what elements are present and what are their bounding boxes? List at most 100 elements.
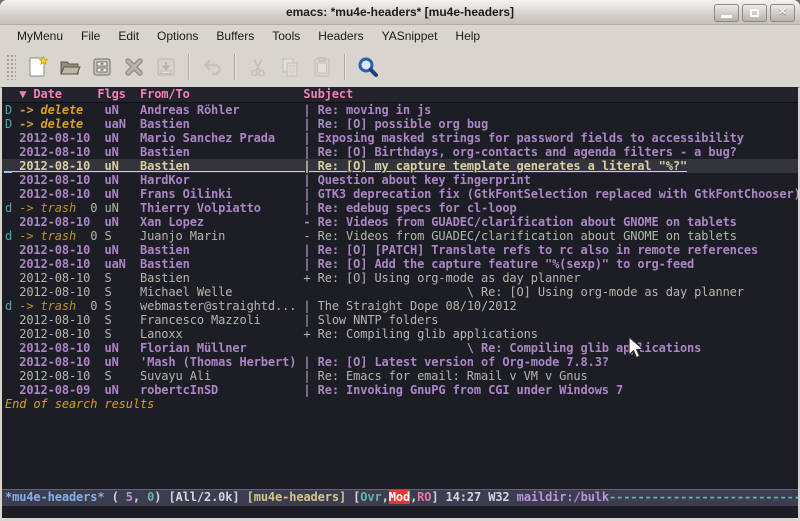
row-mark	[5, 215, 19, 229]
row-mark	[5, 271, 19, 285]
row-unread: 2012-08-10 uN Bastien | Re: [O] [PATCH] …	[19, 243, 758, 257]
row-unread: 2012-08-10 uN 'Mash (Thomas Herbert) | R…	[19, 355, 609, 369]
row-mark	[5, 369, 19, 383]
message-row[interactable]: d -> trash 0 S Juanjo Marin - Re: Videos…	[2, 229, 798, 243]
message-row[interactable]: d -> trash 0 uN Thierry Volpiatto | Re: …	[2, 201, 798, 215]
menu-item-options[interactable]: Options	[148, 25, 207, 47]
row-mark	[5, 173, 19, 187]
message-row[interactable]: d -> trash 0 S webmaster@straightd... | …	[2, 299, 798, 313]
row-mark: d	[5, 229, 19, 243]
message-row[interactable]: 2012-08-10 uN Florian Müllner \ Re: Comp…	[2, 341, 798, 355]
message-row[interactable]: 2012-08-10 S Lanoxx + Re: Compiling glib…	[2, 327, 798, 341]
row-mark	[5, 131, 19, 145]
modeline-name: *mu4e-headers*	[5, 490, 104, 504]
toolbar	[0, 47, 800, 88]
row-mark	[5, 313, 19, 327]
menu-item-file[interactable]: File	[72, 25, 109, 47]
maximize-button[interactable]	[742, 4, 767, 22]
row-unread: uaN Bastien | Re: [O] possible org bug	[97, 117, 488, 131]
row-read: 2012-08-10 S Bastien + Re: [O] Using org…	[19, 271, 580, 285]
row-unread: 2012-08-10 uN Xan Lopez - Re: Videos fro…	[19, 215, 737, 229]
message-row[interactable]: D -> delete uN Andreas Röhler | Re: movi…	[2, 103, 798, 117]
modeline-m: Mod	[389, 490, 410, 504]
cut-icon	[243, 52, 273, 82]
modeline-t: Ovr	[360, 490, 381, 504]
row-mark	[5, 327, 19, 341]
copy-icon	[275, 52, 305, 82]
message-row[interactable]: 2012-08-10 uN Xan Lopez - Re: Videos fro…	[2, 215, 798, 229]
row-mark	[5, 341, 19, 355]
toolbar-drag-handle[interactable]	[6, 54, 16, 80]
menu-item-help[interactable]: Help	[446, 25, 489, 47]
row-mark	[5, 383, 19, 397]
search-icon[interactable]	[353, 52, 383, 82]
toolbar-separator	[344, 54, 346, 80]
message-row[interactable]: 2012-08-10 S Francesco Mazzoli | Slow NN…	[2, 313, 798, 327]
menu-item-headers[interactable]: Headers	[309, 25, 372, 47]
mode-line[interactable]: *mu4e-headers* ( 5, 0) [All/2.0k] [mu4e-…	[2, 489, 798, 506]
close-buffer-icon[interactable]	[119, 52, 149, 82]
row-unread: 2012-08-10 uN HardKor | Question about k…	[19, 173, 531, 187]
message-row[interactable]: 2012-08-10 uN Bastien | Re: [O] [PATCH] …	[2, 243, 798, 257]
row-trash: -> trash	[19, 299, 83, 313]
message-row[interactable]: 2012-08-10 S Suvayu Ali | Re: Emacs for …	[2, 369, 798, 383]
row-hl: 2012-08-10 uN Bastien | Re: [O] my captu…	[5, 159, 687, 173]
menu-item-buffers[interactable]: Buffers	[207, 25, 263, 47]
window-title: emacs: *mu4e-headers* [mu4e-headers]	[0, 0, 800, 24]
row-unread: 2012-08-10 uN Mario Sanchez Prada | Expo…	[19, 131, 744, 145]
menu-bar: MyMenuFileEditOptionsBuffersToolsHeaders…	[0, 25, 800, 47]
open-folder-icon[interactable]	[55, 52, 85, 82]
row-read: 0 S Juanjo Marin - Re: Videos from GUADE…	[83, 229, 737, 243]
message-row[interactable]: 2012-08-10 uaN Bastien | Re: [O] Add the…	[2, 257, 798, 271]
message-row[interactable]: 2012-08-10 uN Frans Oilinki | GTK3 depre…	[2, 187, 798, 201]
row-del: -> delete	[19, 117, 97, 131]
window-controls	[714, 4, 795, 22]
row-mark: d	[5, 299, 19, 313]
row-unread: 2012-08-10 uN Frans Oilinki | GTK3 depre…	[19, 187, 798, 201]
message-row[interactable]: 2012-08-10 uN HardKor | Question about k…	[2, 173, 798, 187]
message-row[interactable]: 2012-08-10 S Bastien + Re: [O] Using org…	[2, 271, 798, 285]
message-row-current[interactable]: 2012-08-10 uN Bastien | Re: [O] my captu…	[2, 159, 798, 173]
end-of-results-text: End of search results	[5, 397, 154, 411]
row-mark	[5, 285, 19, 299]
title-bar[interactable]: emacs: *mu4e-headers* [mu4e-headers]	[0, 0, 800, 25]
modeline-plain: [	[346, 490, 360, 504]
row-mark: D	[5, 117, 19, 131]
new-file-icon[interactable]	[23, 52, 53, 82]
message-row[interactable]: 2012-08-10 S Michael Welle \ Re: [O] Usi…	[2, 285, 798, 299]
modeline-mp: maildir:/bulk	[517, 490, 609, 504]
text-cursor	[4, 171, 12, 173]
message-row[interactable]: D -> delete uaN Bastien | Re: [O] possib…	[2, 117, 798, 131]
paste-icon	[307, 52, 337, 82]
row-unread: 2012-08-10 uaN Bastien | Re: [O] Add the…	[19, 257, 694, 271]
row-mark	[5, 355, 19, 369]
menu-item-tools[interactable]: Tools	[263, 25, 309, 47]
modeline-plain: ,	[382, 490, 389, 504]
undo-icon	[197, 52, 227, 82]
row-trash: -> trash	[19, 229, 83, 243]
save-icon[interactable]	[87, 52, 117, 82]
message-row[interactable]: 2012-08-10 uN 'Mash (Thomas Herbert) | R…	[2, 355, 798, 369]
row-unread: 2012-08-10 uN Bastien | Re: [O] Birthday…	[19, 145, 737, 159]
row-read: 2012-08-10 S Suvayu Ali | Re: Emacs for …	[19, 369, 587, 383]
modeline-plain: ,	[133, 490, 147, 504]
message-row[interactable]: 2012-08-10 uN Bastien | Re: [O] Birthday…	[2, 145, 798, 159]
menu-item-edit[interactable]: Edit	[109, 25, 148, 47]
header-hdr: ▼ Date Flgs From/To Subject	[5, 87, 353, 101]
close-button[interactable]	[770, 4, 795, 22]
menu-item-yasnippet[interactable]: YASnippet	[373, 25, 447, 47]
row-read: 0 uN	[83, 201, 140, 215]
message-row[interactable]: 2012-08-10 uN Mario Sanchez Prada | Expo…	[2, 131, 798, 145]
row-read: 2012-08-10 S Michael Welle \ Re: [O] Usi…	[19, 285, 744, 299]
modeline-k: [mu4e-headers]	[247, 490, 346, 504]
modeline-d: ----------------------------------------…	[609, 490, 798, 504]
row-unread: uN Andreas Röhler | Re: moving in js	[97, 103, 431, 117]
message-row[interactable]: 2012-08-09 uN robertcInSD | Re: Invoking…	[2, 383, 798, 397]
header-line[interactable]: ▼ Date Flgs From/To Subject	[2, 87, 798, 103]
end-of-results: End of search results	[2, 397, 798, 411]
save-as-icon	[151, 52, 181, 82]
menu-item-mymenu[interactable]: MyMenu	[8, 25, 72, 47]
minimize-button[interactable]	[714, 4, 739, 22]
modeline-plain: (	[104, 490, 125, 504]
screen: emacs: *mu4e-headers* [mu4e-headers] MyM…	[0, 0, 800, 521]
